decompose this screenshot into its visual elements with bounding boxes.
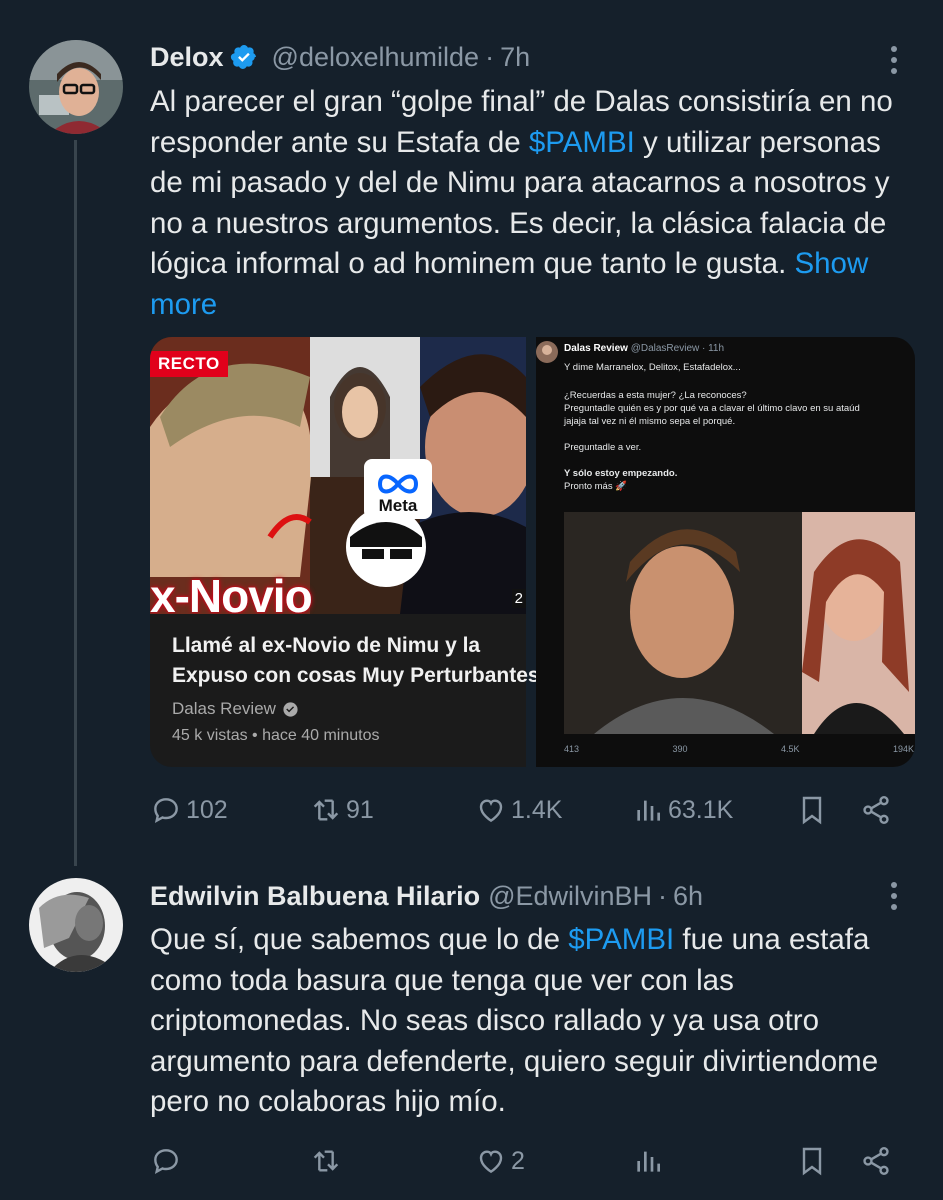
channel-verified-icon [283,701,298,717]
views-button[interactable] [632,1141,668,1181]
avatar[interactable] [29,40,123,134]
video-duration: 2 [511,589,526,608]
embedded-line: Preguntadle a ver. [564,442,642,453]
views-icon [637,800,660,821]
share-button[interactable] [860,790,892,830]
views-button[interactable]: 63.1K [632,790,733,830]
embedded-replies: 413 [564,744,580,754]
channel-name: Dalas Review [172,699,276,718]
avatar[interactable] [29,878,123,972]
author-handle[interactable]: @deloxelhumilde [272,42,480,73]
share-icon [863,796,889,824]
like-button[interactable]: 1.4K [475,790,562,830]
more-options-icon[interactable] [884,40,904,80]
retweet-icon [313,799,339,821]
tweet-header: Edwilvin Balbuena Hilario @EdwilvinBH · … [150,876,863,916]
retweet-count: 91 [346,795,374,824]
share-icon [863,1147,889,1175]
thumbnail-overlay-text: x-Novio [150,570,313,614]
share-button[interactable] [860,1141,892,1181]
thread-line [74,140,77,866]
like-button[interactable]: 2 [475,1141,525,1181]
embedded-line: ¿Recuerdas a esta mujer? ¿La reconoces? [564,390,747,401]
media-image-youtube[interactable]: RECTO Meta x-Novio 2 Llamé al ex-Novio d… [150,337,540,767]
bookmark-icon [802,1147,822,1176]
bookmark-button[interactable] [796,790,828,830]
embedded-likes: 4.5K [780,744,800,754]
embedded-line: Pronto más 🚀 [564,481,628,492]
tweet-text: Que sí, que sabemos que lo de $PAMBI fue… [150,920,910,1123]
embedded-tweet-text: Y dime Marranelox, Delitox, Estafadelox.… [564,362,914,493]
video-title-line: Expuso con cosas Muy Perturbantes [172,664,540,687]
tweet-actions: 2 [150,1141,910,1181]
retweet-button[interactable] [310,1141,346,1181]
timestamp[interactable]: 6h [673,881,703,912]
embedded-author-name: Dalas Review [564,343,628,354]
embedded-author-handle: @DalasReview · 11h [630,343,725,354]
views-icon [637,1151,660,1172]
like-count: 2 [511,1146,525,1175]
reply-count: 102 [186,795,228,824]
tweet-actions: 102 91 1.4K 63.1K [150,790,910,830]
embedded-avatar [536,341,558,363]
bookmark-button[interactable] [796,1141,828,1181]
author-name[interactable]: Delox [150,42,224,73]
retweet-button[interactable]: 91 [310,790,374,830]
tweet-header: Delox @deloxelhumilde · 7h [150,37,863,77]
like-icon [479,799,503,823]
embedded-line: Preguntadle quién es y por qué va a clav… [564,403,860,414]
views-count: 63.1K [668,795,734,824]
tweet-edwilvin[interactable]: Edwilvin Balbuena Hilario @EdwilvinBH · … [0,860,943,1200]
video-channel[interactable]: Dalas Review [172,699,299,719]
video-title[interactable]: Llamé al ex-Novio de Nimu y la Expuso co… [172,631,540,691]
reply-button[interactable] [150,1141,186,1181]
embedded-line: Y sólo estoy empezando. [564,468,678,479]
meta-logo: Meta [364,459,432,519]
text-segment: Que sí, que sabemos que lo de [150,923,569,956]
embedded-views: 194K [892,744,914,754]
reply-button[interactable]: 102 [150,790,228,830]
verified-badge-icon [230,45,256,69]
author-name[interactable]: Edwilvin Balbuena Hilario [150,881,480,912]
tweet-delox[interactable]: Delox @deloxelhumilde · 7h Al parecer el… [0,0,943,866]
reply-icon [154,798,178,823]
embedded-retweets: 390 [672,744,688,754]
cashtag-link[interactable]: $PAMBI [568,923,674,956]
embedded-line: jajaja tal vez ni él mismo sepa el porqu… [564,416,736,427]
video-stats: 45 k vistas • hace 40 minutos [172,727,380,744]
reply-icon [154,1149,178,1174]
video-thumbnail: RECTO Meta x-Novio 2 [150,337,526,614]
embedded-video [564,512,915,734]
media-image-embedded-tweet[interactable]: Dalas Review @DalasReview · 11h Y dime M… [536,337,915,767]
bookmark-icon [802,796,822,825]
media-grid: RECTO Meta x-Novio 2 Llamé al ex-Novio d… [150,337,915,767]
separator-dot: · [658,880,668,911]
embedded-header: Dalas Review @DalasReview · 11h [564,343,724,354]
embedded-line: Y dime Marranelox, Delitox, Estafadelox.… [564,362,741,373]
cashtag-link[interactable]: $PAMBI [529,126,635,159]
meta-infinity-icon [377,474,419,494]
video-title-line: Llamé al ex-Novio de Nimu y la [172,634,481,657]
timestamp[interactable]: 7h [500,42,530,73]
live-badge: RECTO [150,351,228,377]
author-handle[interactable]: @EdwilvinBH [488,881,652,912]
meta-label: Meta [378,496,418,515]
embedded-actions: 413 390 4.5K 194K [564,744,914,754]
retweet-icon [313,1150,339,1172]
like-icon [479,1150,503,1174]
separator-dot: · [485,41,495,72]
like-count: 1.4K [511,795,563,824]
tweet-text: Al parecer el gran “golpe final” de Dala… [150,82,910,325]
more-options-icon[interactable] [884,876,904,916]
